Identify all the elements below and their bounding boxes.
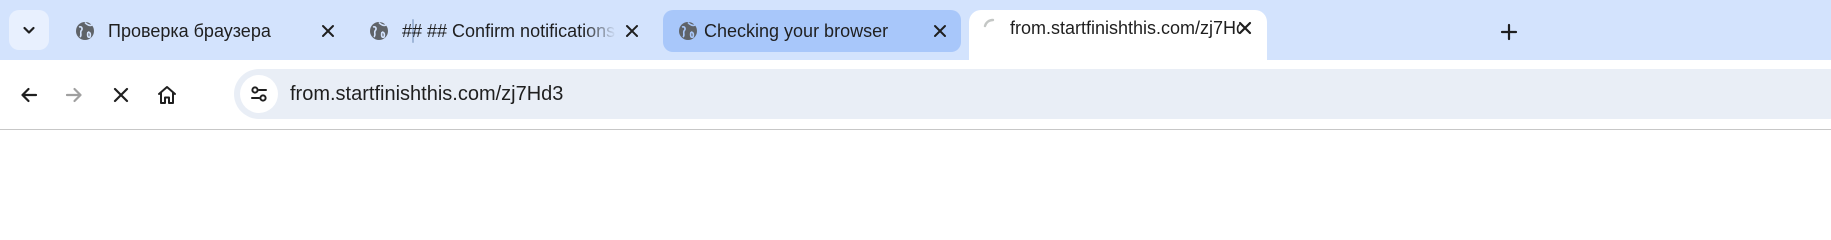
close-icon[interactable] [930,21,950,41]
url-text[interactable]: from.startfinishthis.com/zj7Hd3 [290,82,563,106]
tab-strip: Проверка браузера ## ## Confirm notifica… [0,0,1831,62]
tab-title: ## ## Confirm notifications ## [402,21,616,41]
tab-confirm-notifications[interactable]: ## ## Confirm notifications ## [354,10,656,52]
tab-active-startfinishthis[interactable]: from.startfinishthis.com/zj7Hd3 [969,10,1267,62]
close-icon[interactable] [1235,18,1255,38]
toolbar: from.startfinishthis.com/zj7Hd3 [0,60,1831,130]
browser-window: Проверка браузера ## ## Confirm notifica… [0,0,1831,211]
site-info-button[interactable] [240,75,278,113]
plus-icon [1500,23,1518,41]
tab-title: Checking your browser [704,21,889,41]
forward-button[interactable] [54,75,94,115]
chevron-down-icon [23,26,35,34]
loading-spinner-icon [981,17,1003,39]
new-tab-button[interactable] [1491,14,1527,50]
arrow-right-icon [65,87,82,103]
globe-icon [74,20,96,42]
tab-title: Проверка браузера [108,21,271,41]
close-icon[interactable] [318,21,338,41]
close-icon [113,87,129,103]
stop-loading-button[interactable] [101,75,141,115]
page-content [0,130,1831,211]
back-button[interactable] [9,75,49,115]
tab-search-button[interactable] [9,10,49,50]
globe-icon [677,20,699,42]
address-bar[interactable]: from.startfinishthis.com/zj7Hd3 [234,69,1831,119]
tab-checking-your-browser[interactable]: Checking your browser [663,10,961,52]
home-icon [158,86,176,104]
close-icon[interactable] [622,21,642,41]
globe-icon [368,20,390,42]
home-button[interactable] [147,75,187,115]
tab-title: from.startfinishthis.com/zj7Hd3 [1010,18,1240,38]
tune-icon [251,86,267,102]
arrow-left-icon [21,87,38,103]
